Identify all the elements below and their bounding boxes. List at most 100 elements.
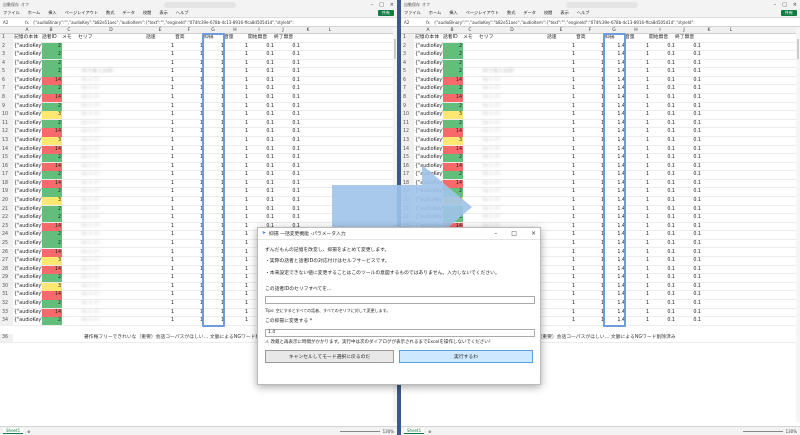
row-number[interactable]: 6 [0, 76, 13, 86]
cell-memory-body[interactable]: {"audioKey" [14, 43, 42, 51]
close-icon[interactable]: × [390, 2, 394, 8]
row-number[interactable]: 13 [0, 136, 13, 146]
cell-pitch[interactable]: 1 [175, 60, 203, 68]
cell-speaker-id[interactable]: 2 [42, 85, 62, 94]
cell-speaker-id[interactable]: 3 [443, 111, 463, 120]
cell-line-text[interactable]: （セリフ） [78, 137, 144, 145]
row-number[interactable]: 16 [0, 162, 13, 171]
cell-volume[interactable]: 1 [625, 291, 649, 299]
cell-memory-body[interactable]: {"audioKey" [14, 188, 42, 196]
cell-intonation[interactable]: 1 [204, 249, 224, 257]
cell-speaker-id[interactable]: 14 [443, 76, 463, 86]
cell-speaker-id[interactable]: 2 [42, 188, 62, 197]
header-pitch[interactable]: 音高 [175, 34, 203, 42]
cell-speed[interactable]: 1 [146, 214, 174, 222]
cell-pre-silence[interactable]: 0.1 [649, 274, 675, 282]
cell-speed[interactable]: 1 [146, 188, 174, 196]
cell-memory-body[interactable]: {"audioKey" [14, 111, 42, 119]
cell-speed[interactable]: 1 [146, 231, 174, 239]
minimize-icon[interactable]: – [371, 2, 374, 8]
cell-intonation[interactable]: 1.4 [605, 249, 625, 257]
cell-intonation[interactable]: 1 [204, 77, 224, 85]
cell-speed[interactable]: 1 [146, 120, 174, 128]
cell-volume[interactable]: 1 [625, 68, 649, 76]
cell-post-silence[interactable]: 0.1 [274, 163, 300, 171]
cell-pitch[interactable]: 1 [175, 163, 203, 171]
cell-speed[interactable]: 1 [146, 146, 174, 154]
cell-volume[interactable]: 1 [625, 206, 649, 214]
row-number[interactable]: 14 [0, 145, 13, 154]
zoom-slider[interactable] [742, 430, 783, 432]
cell-volume[interactable]: 1 [625, 317, 649, 325]
row-number[interactable]: 36 [0, 334, 13, 343]
menu-page-layout[interactable]: ページレイアウト [65, 10, 98, 16]
cell-speaker-id[interactable]: 2 [42, 214, 62, 223]
header-speed[interactable]: 話速 [547, 34, 575, 42]
cell-memory-body[interactable]: {"audioKey" [14, 283, 42, 291]
cell-speed[interactable]: 1 [547, 274, 575, 282]
cell-volume[interactable]: 1 [224, 128, 248, 136]
cell-pitch[interactable]: 1 [576, 291, 604, 299]
cell-volume[interactable]: 1 [224, 223, 248, 231]
row-number[interactable]: 19 [0, 188, 13, 197]
cell-pitch[interactable]: 1 [175, 249, 203, 257]
cell-pitch[interactable]: 1 [175, 274, 203, 282]
cell-post-silence[interactable]: 0.1 [274, 120, 300, 128]
header-speed[interactable]: 話速 [146, 34, 174, 42]
cell-intonation[interactable]: 1.4 [605, 223, 625, 231]
cell-speaker-id[interactable]: 2 [42, 102, 62, 111]
cell-memory-body[interactable]: {"audioKey" [14, 231, 42, 239]
cell-speaker-id[interactable]: 2 [42, 51, 62, 60]
row-number[interactable]: 34 [0, 317, 13, 326]
cell-pre-silence[interactable]: 0.1 [248, 154, 274, 162]
cell-volume[interactable]: 1 [224, 257, 248, 265]
cell-speaker-id[interactable]: 2 [443, 51, 463, 60]
cell-line-text[interactable]: （セリフ） [78, 223, 144, 231]
cell-speed[interactable]: 1 [146, 274, 174, 282]
cell-speed[interactable]: 1 [547, 94, 575, 102]
cell-post-silence[interactable]: 0.1 [675, 214, 701, 222]
cell-speed[interactable]: 1 [547, 128, 575, 136]
cell-speed[interactable]: 1 [547, 51, 575, 59]
cell-pitch[interactable]: 1 [576, 266, 604, 274]
column-header-e[interactable]: E [146, 27, 174, 34]
column-header-e[interactable]: E [547, 27, 575, 34]
row-number[interactable]: 12 [0, 128, 13, 137]
cell-pitch[interactable]: 1 [576, 283, 604, 291]
cell-intonation[interactable]: 1 [204, 309, 224, 317]
cell-pre-silence[interactable]: 0.1 [248, 188, 274, 196]
column-header-l[interactable]: L [721, 27, 741, 34]
cell-volume[interactable]: 1 [224, 188, 248, 196]
cell-speaker-id[interactable]: 3 [42, 197, 62, 206]
row-number[interactable]: 20 [0, 197, 13, 206]
cell-post-silence[interactable]: 0.1 [675, 60, 701, 68]
cell-pre-silence[interactable]: 0.1 [649, 214, 675, 222]
cell-line-text[interactable]: （セリフ） [78, 206, 144, 214]
row-number[interactable]: 22 [0, 214, 13, 223]
cell-speed[interactable]: 1 [146, 300, 174, 308]
cell-speed[interactable]: 1 [547, 180, 575, 188]
cell-intonation[interactable]: 1.4 [605, 128, 625, 136]
cell-line-text[interactable]: （セリフ） [78, 120, 144, 128]
menu-help[interactable]: ヘルプ [176, 10, 189, 16]
cell-memory-body[interactable]: {"audioKey" [14, 154, 42, 162]
menu-data[interactable]: データ [523, 10, 536, 16]
cell-pre-silence[interactable]: 0.1 [649, 60, 675, 68]
menu-insert[interactable]: 挿入 [48, 10, 56, 16]
cell-speaker-id[interactable]: 2 [42, 68, 62, 77]
column-header-c[interactable]: C [463, 27, 477, 34]
cell-pitch[interactable]: 1 [576, 309, 604, 317]
cell-line-text[interactable]: （セリフ） [78, 85, 144, 93]
cell-intonation[interactable]: 1.4 [605, 274, 625, 282]
cell-speed[interactable]: 1 [146, 180, 174, 188]
cell-pitch[interactable]: 1 [576, 214, 604, 222]
cell-pitch[interactable]: 1 [175, 188, 203, 196]
add-sheet-icon[interactable]: ⊕ [428, 429, 431, 434]
cell-speaker-id[interactable]: 2 [443, 85, 463, 94]
cell-pre-silence[interactable]: 0.1 [649, 146, 675, 154]
row-number[interactable]: 7 [0, 85, 13, 94]
cell-pre-silence[interactable]: 0.1 [649, 103, 675, 111]
row-number[interactable]: 11 [0, 119, 13, 128]
row-number[interactable]: 7 [401, 85, 414, 94]
cell-pitch[interactable]: 1 [175, 206, 203, 214]
